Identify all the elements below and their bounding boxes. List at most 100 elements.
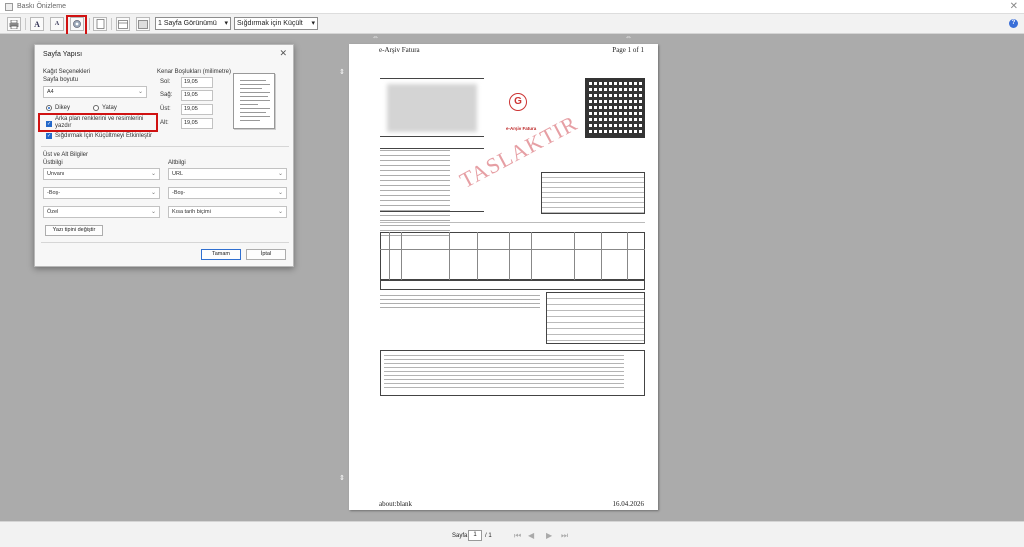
previous-page-icon[interactable]: ◀ (528, 531, 534, 540)
header-value-2: -Boş- (47, 190, 61, 196)
totals-table (546, 292, 645, 344)
toolbar: A A 1 Sayfa Görünümü ▾ Sığdırmak için Kü… (0, 14, 1024, 36)
chevron-down-icon: ⌄ (150, 190, 156, 196)
header-footer-icon (118, 19, 128, 29)
table-col-divider (574, 232, 575, 280)
paper-options-label: Kağıt Seçenekleri (43, 69, 91, 75)
margin-top-input[interactable]: 19,05 (181, 104, 213, 115)
window-close-icon[interactable]: ✕ (1010, 1, 1018, 12)
header-value-3: Özel (47, 209, 59, 215)
footer-value-1: URL (172, 171, 184, 177)
page-header-left: e-Arşiv Fatura (379, 46, 420, 54)
header-label: Üstbilgi (43, 160, 63, 166)
page-footer-left: about:blank (379, 500, 413, 508)
print-button[interactable] (7, 17, 21, 31)
margin-left-label: Sol: (160, 79, 171, 85)
chevron-down-icon: ⌄ (137, 89, 143, 95)
last-page-icon[interactable]: ⏭ (561, 531, 568, 541)
divider (380, 211, 484, 212)
shrink-to-fit-checkbox[interactable]: ✓ (46, 133, 52, 139)
toolbar-separator (111, 18, 112, 30)
dialog-divider (41, 146, 289, 147)
divider (380, 78, 484, 79)
divider (380, 136, 484, 137)
font-smaller-button[interactable]: A (50, 17, 64, 31)
gib-logo-icon: G (509, 93, 527, 111)
margin-left-input[interactable]: 19,05 (181, 77, 213, 88)
table-col-divider (509, 232, 510, 280)
status-bar: Sayfa 1 / 1 ⏮ ◀ ▶ ⏭ (0, 521, 1024, 547)
footer-select-3[interactable]: Kısa tarih biçimi ⌄ (168, 206, 287, 218)
exemption-note-lines (380, 295, 540, 309)
invoice-info-table (541, 172, 645, 214)
notes-row (380, 280, 645, 290)
qr-code-icon (585, 78, 645, 138)
paper-size-value: A4 (47, 89, 54, 95)
margin-bottom-input[interactable]: 19,05 (181, 118, 213, 129)
footer-select-1[interactable]: URL ⌄ (168, 168, 287, 180)
zoom-mode-select[interactable]: Sığdırmak için Küçült ▾ (234, 17, 318, 30)
help-icon[interactable]: ? (1009, 19, 1018, 28)
portrait-view-button[interactable] (93, 17, 107, 31)
header-select-1[interactable]: Unvanı ⌄ (43, 168, 160, 180)
page-footer-right: 16.04.2026 (612, 500, 645, 508)
divider (380, 222, 645, 223)
app-icon (5, 3, 13, 11)
margins-label: Kenar Boşlukları (milimetre) (157, 69, 232, 75)
header-footer-label: Üst ve Alt Bilgiler (43, 152, 89, 158)
footer-select-2[interactable]: -Boş- ⌄ (168, 187, 287, 199)
dialog-close-icon[interactable]: ✕ (279, 48, 287, 59)
change-font-button[interactable]: Yazı tipini değiştir (45, 225, 103, 236)
chevron-down-icon: ▾ (224, 20, 228, 27)
preview-page: e-Arşiv Fatura Page 1 of 1 G e-Arşiv Fat… (349, 44, 658, 510)
page-number-input[interactable]: 1 (468, 530, 482, 541)
paper-size-select[interactable]: A4 ⌄ (43, 86, 147, 98)
landscape-radio[interactable] (93, 105, 99, 111)
chevron-down-icon: ⌄ (277, 190, 283, 196)
title-bar: Baskı Önizleme ✕ (0, 0, 1024, 14)
printer-icon (9, 19, 19, 29)
chevron-down-icon: ⌄ (277, 171, 283, 177)
chevron-down-icon: ⌄ (150, 209, 156, 215)
table-col-divider (449, 232, 450, 280)
chevron-down-icon: ⌄ (150, 171, 156, 177)
print-background-highlight (38, 113, 158, 132)
chevron-down-icon: ▾ (311, 20, 315, 27)
margin-right-input[interactable]: 19,05 (181, 90, 213, 101)
next-page-icon[interactable]: ▶ (546, 531, 552, 540)
items-table (380, 232, 645, 280)
chevron-down-icon: ⌄ (277, 209, 283, 215)
margin-top-label: Üst: (160, 106, 171, 112)
page-setup-highlight (66, 15, 87, 36)
toolbar-separator (89, 18, 90, 30)
page-icon (96, 19, 104, 29)
header-value-1: Unvanı (47, 171, 65, 177)
description-lines (384, 355, 624, 389)
cancel-button[interactable]: İptal (246, 249, 286, 260)
header-footer-button[interactable] (116, 17, 130, 31)
margin-handle-icon[interactable]: ⇕ (339, 68, 345, 76)
table-col-divider (477, 232, 478, 280)
portrait-radio[interactable] (46, 105, 52, 111)
font-larger-button[interactable]: A (30, 17, 44, 31)
header-select-2[interactable]: -Boş- ⌄ (43, 187, 160, 199)
margin-handle-icon[interactable]: ⇔ (625, 34, 632, 41)
margin-handle-icon[interactable]: ⇕ (339, 474, 345, 482)
view-mode-value: 1 Sayfa Görünümü (158, 20, 217, 27)
paper-size-label: Sayfa boyutu (43, 77, 79, 83)
header-select-3[interactable]: Özel ⌄ (43, 206, 160, 218)
ok-button[interactable]: Tamam (201, 249, 241, 260)
full-page-button[interactable] (136, 17, 150, 31)
shrink-to-fit-label: Sığdırmak İçin Küçültmeyi Etkinleştir (55, 133, 153, 139)
table-col-divider (601, 232, 602, 280)
first-page-icon[interactable]: ⏮ (514, 531, 521, 541)
footer-value-2: -Boş- (172, 190, 186, 196)
view-mode-select[interactable]: 1 Sayfa Görünümü ▾ (155, 17, 231, 30)
footer-value-3: Kısa tarih biçimi (172, 209, 211, 215)
redacted-block (387, 84, 477, 132)
table-col-divider (401, 232, 402, 280)
margin-handle-icon[interactable]: ⇔ (372, 34, 379, 41)
portrait-label: Dikey (55, 105, 71, 111)
buyer-info-lines (380, 150, 450, 240)
table-col-divider (627, 232, 628, 280)
